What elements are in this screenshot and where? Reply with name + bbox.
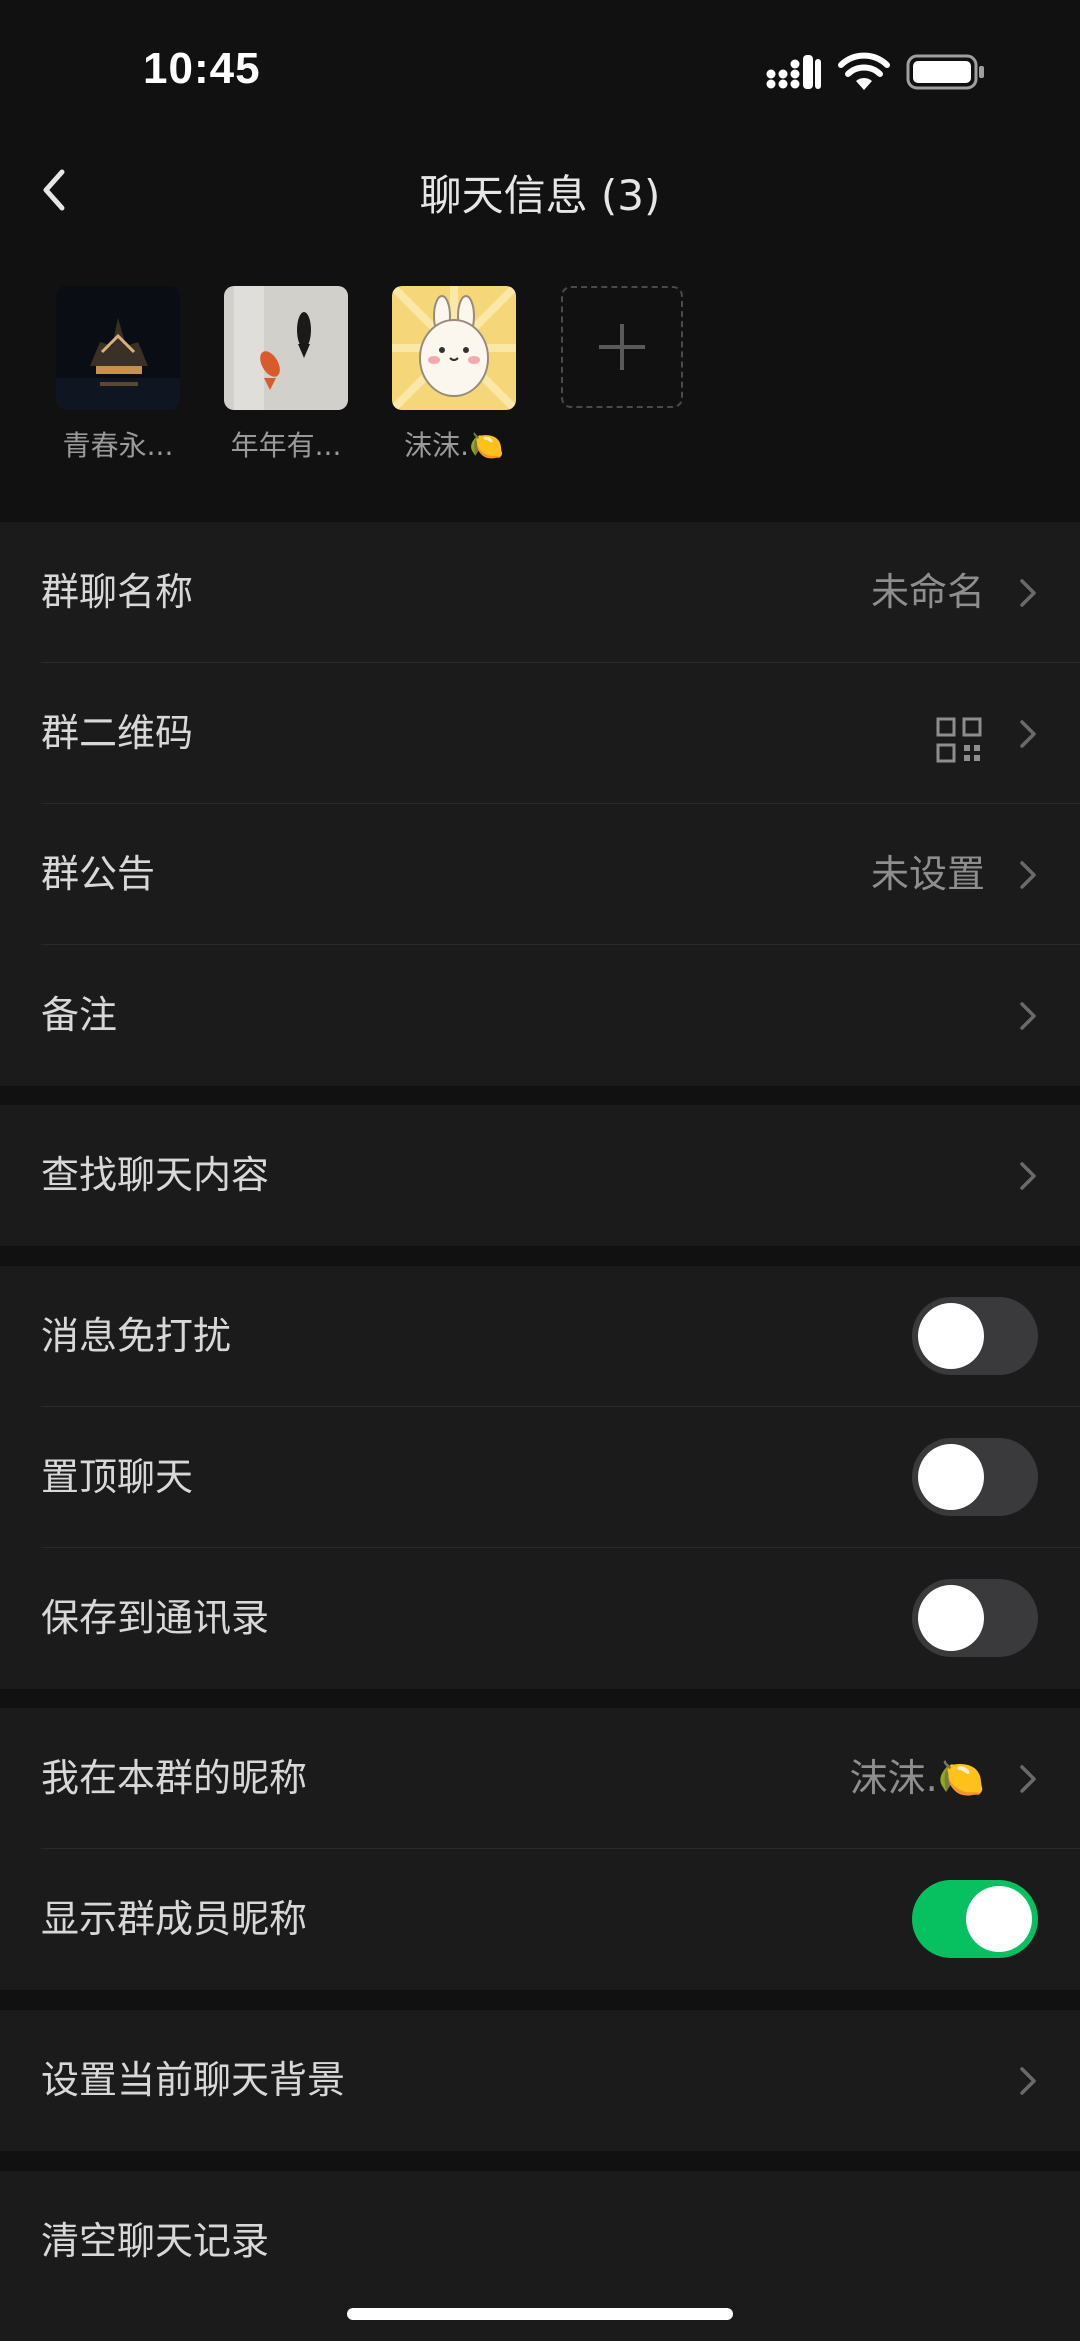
toggle-knob bbox=[918, 1444, 984, 1510]
save-contacts-row: 保存到通讯录 bbox=[0, 1548, 1080, 1689]
chevron-right-icon bbox=[1020, 720, 1036, 748]
pin-row: 置顶聊天 bbox=[0, 1407, 1080, 1548]
show-nicknames-row: 显示群成员昵称 bbox=[0, 1849, 1080, 1990]
row-label: 清空聊天记录 bbox=[41, 2219, 270, 2263]
settings-group-search: 查找聊天内容 bbox=[0, 1105, 1080, 1246]
chat-background-row[interactable]: 设置当前聊天背景 bbox=[0, 2010, 1080, 2151]
mute-row: 消息免打扰 bbox=[0, 1266, 1080, 1407]
member-name: 沫沫.🍋 bbox=[404, 429, 504, 462]
announcement-row[interactable]: 群公告 未设置 bbox=[0, 804, 1080, 945]
member-item[interactable]: 青春永... bbox=[56, 286, 186, 464]
chevron-right-icon bbox=[1020, 1002, 1036, 1030]
member-item[interactable]: 年年有... bbox=[224, 286, 354, 464]
member-item[interactable]: 沫沫.🍋 bbox=[392, 286, 522, 464]
member-name: 青春永... bbox=[62, 429, 174, 462]
remark-row[interactable]: 备注 bbox=[0, 945, 1080, 1086]
row-label: 设置当前聊天背景 bbox=[41, 2058, 346, 2102]
add-member-button[interactable] bbox=[561, 286, 683, 408]
qr-code-row[interactable]: 群二维码 bbox=[0, 663, 1080, 804]
status-time: 10:45 bbox=[143, 44, 261, 93]
home-indicator bbox=[347, 2308, 733, 2320]
chevron-right-icon bbox=[1020, 2067, 1036, 2095]
row-label: 备注 bbox=[41, 993, 118, 1037]
row-label: 保存到通讯录 bbox=[41, 1596, 270, 1640]
my-nickname-row[interactable]: 我在本群的昵称 沫沫.🍋 bbox=[0, 1708, 1080, 1849]
chevron-right-icon bbox=[1020, 1162, 1036, 1190]
row-label: 查找聊天内容 bbox=[41, 1153, 270, 1197]
page-title: 聊天信息 (3) bbox=[419, 171, 661, 220]
avatar[interactable] bbox=[224, 286, 348, 410]
wifi-icon bbox=[838, 52, 890, 90]
nav-bar: 聊天信息 (3) bbox=[0, 140, 1080, 240]
group-name-row[interactable]: 群聊名称 未命名 bbox=[0, 522, 1080, 663]
row-label: 消息免打扰 bbox=[41, 1314, 232, 1358]
row-label: 我在本群的昵称 bbox=[41, 1756, 308, 1800]
settings-group-toggles: 消息免打扰 置顶聊天 保存到通讯录 bbox=[0, 1266, 1080, 1689]
chevron-right-icon bbox=[1020, 579, 1036, 607]
settings-group-info: 群聊名称 未命名 群二维码 群公告 未设置 备注 bbox=[0, 522, 1080, 1086]
toggle-knob bbox=[966, 1886, 1032, 1952]
search-history-row[interactable]: 查找聊天内容 bbox=[0, 1105, 1080, 1246]
group-name-value: 未命名 bbox=[870, 570, 985, 614]
show-nicknames-toggle[interactable] bbox=[912, 1880, 1038, 1958]
member-grid: 青春永... 年年有... 沫沫.🍋 bbox=[0, 240, 1080, 502]
member-name: 年年有... bbox=[230, 429, 342, 462]
plus-icon bbox=[599, 324, 645, 370]
cellular-signal-icon bbox=[766, 55, 821, 89]
pin-toggle[interactable] bbox=[912, 1438, 1038, 1516]
chevron-right-icon bbox=[1020, 861, 1036, 889]
avatar[interactable] bbox=[392, 286, 516, 410]
row-label: 置顶聊天 bbox=[41, 1455, 194, 1499]
clear-history-row[interactable]: 清空聊天记录 bbox=[0, 2171, 1080, 2312]
status-bar: 10:45 bbox=[0, 0, 1080, 140]
row-label: 显示群成员昵称 bbox=[41, 1897, 308, 1941]
save-contacts-toggle[interactable] bbox=[912, 1579, 1038, 1657]
row-label: 群聊名称 bbox=[41, 570, 194, 614]
qr-code-icon bbox=[936, 717, 982, 763]
my-nickname-value: 沫沫.🍋 bbox=[849, 1756, 985, 1800]
mute-toggle[interactable] bbox=[912, 1297, 1038, 1375]
avatar[interactable] bbox=[56, 286, 180, 410]
announcement-value: 未设置 bbox=[870, 852, 985, 896]
battery-icon bbox=[906, 54, 984, 90]
row-label: 群二维码 bbox=[41, 711, 194, 755]
row-label: 群公告 bbox=[41, 852, 156, 896]
chevron-right-icon bbox=[1020, 1765, 1036, 1793]
toggle-knob bbox=[918, 1585, 984, 1651]
toggle-knob bbox=[918, 1303, 984, 1369]
settings-group-nickname: 我在本群的昵称 沫沫.🍋 显示群成员昵称 bbox=[0, 1708, 1080, 1990]
settings-group-background: 设置当前聊天背景 bbox=[0, 2010, 1080, 2151]
